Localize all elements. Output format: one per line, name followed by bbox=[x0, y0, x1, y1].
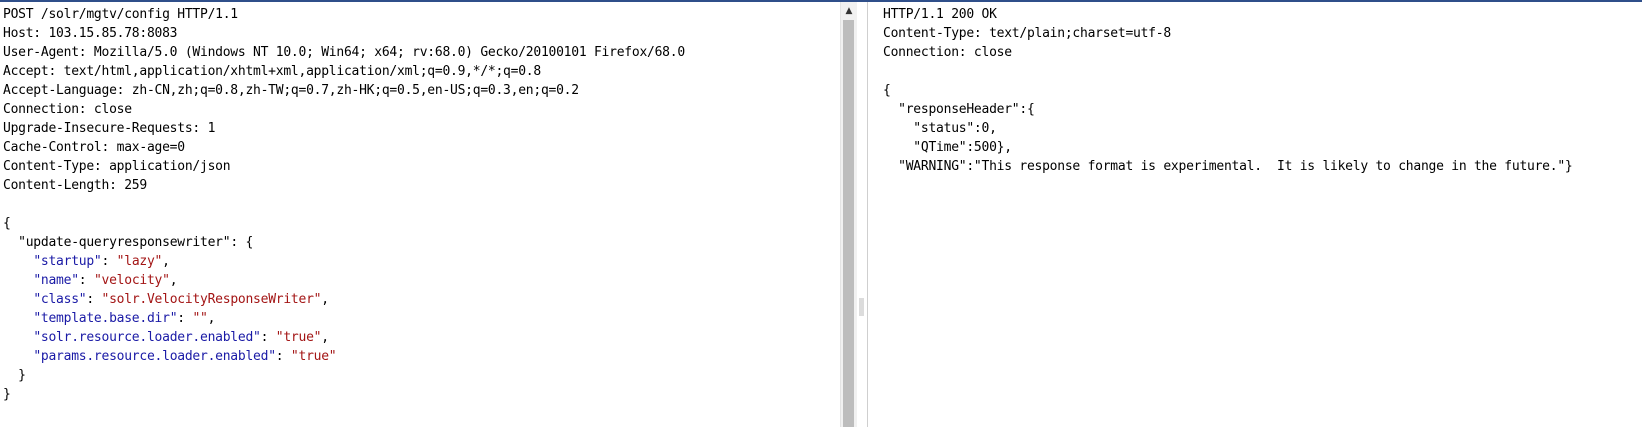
request-header-host: Host: 103.15.85.78:8083 bbox=[3, 26, 178, 41]
request-header-content-length: Content-Length: 259 bbox=[3, 178, 147, 193]
json-inner-close-line: } bbox=[3, 366, 685, 385]
json-pair-class: "class": "solr.VelocityResponseWriter", bbox=[33, 292, 329, 307]
scrollbar-thumb[interactable] bbox=[843, 20, 854, 427]
response-body-line: { bbox=[883, 83, 891, 98]
response-header-content-type: Content-Type: text/plain;charset=utf-8 bbox=[883, 26, 1171, 41]
json-outer-sep: : { bbox=[230, 235, 254, 250]
json-outer-key-line: "update-queryresponsewriter": { bbox=[3, 233, 685, 252]
json-pair-startup: "startup": "lazy", bbox=[33, 254, 170, 269]
json-value: "true" bbox=[290, 349, 337, 364]
response-status-line: HTTP/1.1 200 OK bbox=[883, 7, 997, 22]
request-header-cache-control: Cache-Control: max-age=0 bbox=[3, 140, 185, 155]
response-body-line: "QTime":500}, bbox=[883, 140, 1012, 155]
json-comma: , bbox=[162, 254, 170, 269]
json-pair-params-resource-loader: "params.resource.loader.enabled": "true" bbox=[33, 349, 337, 364]
json-comma: , bbox=[321, 330, 329, 345]
request-header-content-type: Content-Type: application/json bbox=[3, 159, 231, 174]
json-close-brace: } bbox=[3, 387, 11, 402]
scroll-up-arrow-icon[interactable]: ▲ bbox=[841, 4, 857, 18]
json-pair-solr-resource-loader: "solr.resource.loader.enabled": "true", bbox=[33, 330, 329, 345]
request-text[interactable]: POST /solr/mgtv/config HTTP/1.1 Host: 10… bbox=[3, 5, 685, 404]
request-editor-pane[interactable]: POST /solr/mgtv/config HTTP/1.1 Host: 10… bbox=[0, 2, 840, 427]
response-text[interactable]: HTTP/1.1 200 OK Content-Type: text/plain… bbox=[883, 5, 1573, 176]
json-outer-key: "update-queryresponsewriter" bbox=[18, 235, 231, 250]
response-header-connection: Connection: close bbox=[883, 45, 1012, 60]
response-body-line: "responseHeader":{ bbox=[883, 102, 1035, 117]
json-value: "velocity" bbox=[93, 273, 170, 288]
request-line: POST /solr/mgtv/config HTTP/1.1 bbox=[3, 7, 238, 22]
json-comma: , bbox=[169, 273, 178, 288]
json-pair-template-base-dir: "template.base.dir": "", bbox=[33, 311, 216, 326]
json-inner-close: } bbox=[18, 368, 26, 383]
request-header-upgrade-insecure: Upgrade-Insecure-Requests: 1 bbox=[3, 121, 216, 136]
json-value: "lazy" bbox=[116, 254, 163, 269]
request-header-user-agent: User-Agent: Mozilla/5.0 (Windows NT 10.0… bbox=[3, 45, 685, 60]
json-key: "solr.resource.loader.enabled" bbox=[33, 330, 261, 345]
json-key: "params.resource.loader.enabled" bbox=[33, 349, 276, 364]
pane-splitter[interactable] bbox=[857, 2, 867, 427]
json-open-brace: { bbox=[3, 216, 11, 231]
json-value: "" bbox=[192, 311, 208, 326]
json-value: "true" bbox=[275, 330, 322, 345]
json-key: "class" bbox=[33, 292, 87, 307]
splitter-grip-icon[interactable] bbox=[859, 298, 864, 316]
json-key: "template.base.dir" bbox=[33, 311, 178, 326]
request-header-accept: Accept: text/html,application/xhtml+xml,… bbox=[3, 64, 541, 79]
request-header-connection: Connection: close bbox=[3, 102, 132, 117]
json-pair-name: "name": "velocity", bbox=[33, 273, 178, 288]
response-viewer-pane[interactable]: HTTP/1.1 200 OK Content-Type: text/plain… bbox=[868, 2, 1642, 427]
response-body-line: "WARNING":"This response format is exper… bbox=[883, 159, 1573, 174]
json-value: "solr.VelocityResponseWriter" bbox=[101, 292, 322, 307]
request-vertical-scrollbar[interactable]: ▲ bbox=[840, 2, 857, 427]
json-key: "name" bbox=[33, 273, 79, 288]
json-comma: , bbox=[321, 292, 329, 307]
json-comma: , bbox=[207, 311, 216, 326]
request-header-accept-language: Accept-Language: zh-CN,zh;q=0.8,zh-TW;q=… bbox=[3, 83, 579, 98]
response-body-line: "status":0, bbox=[883, 121, 997, 136]
json-key: "startup" bbox=[33, 254, 102, 269]
